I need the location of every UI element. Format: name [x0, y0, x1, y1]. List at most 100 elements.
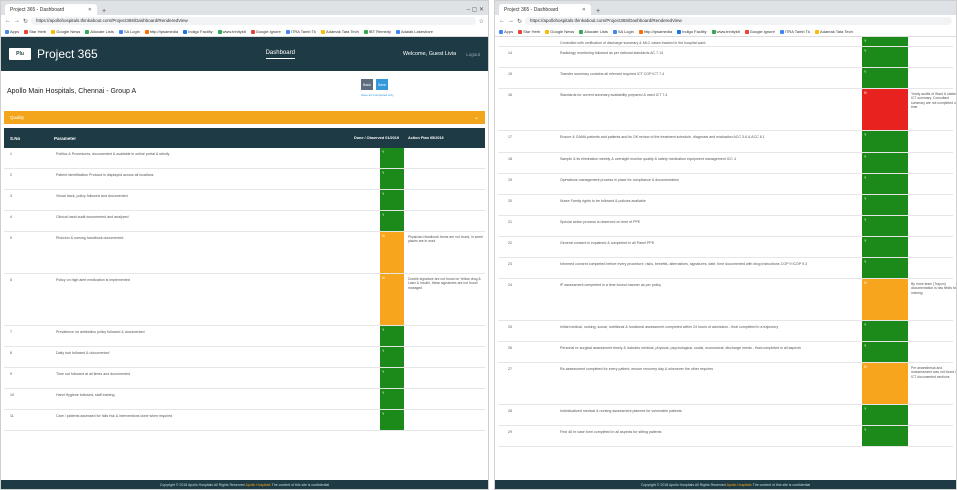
footer-link[interactable]: Apollo Hospitals [727, 483, 752, 487]
status-cell[interactable]: Y [380, 326, 404, 346]
screenshot-pair: Project 365 - Dashboard ✕ + – ▢ ✕ ← → ↻ … [0, 0, 957, 490]
url-bar[interactable]: https://apollohospitals.thinkabout.com/P… [31, 17, 476, 25]
reload-icon[interactable]: ↻ [23, 18, 28, 25]
table-row: 26 Personal re-surgical assessment timely… [498, 342, 953, 363]
status-cell[interactable]: Y [380, 211, 404, 231]
url-bar[interactable]: https://apollohospitals.thinkabout.com/P… [525, 17, 952, 25]
status-cell[interactable]: N [862, 363, 908, 404]
status-cell[interactable]: Y [862, 47, 908, 67]
chevron-down-icon[interactable]: ⌄ [474, 114, 479, 121]
back-arrow-icon[interactable]: ← [499, 18, 505, 24]
forward-arrow-icon[interactable]: → [508, 18, 514, 24]
bookmark-item[interactable]: Apps [499, 29, 513, 34]
row-parameter: Patient identification Protocol is displ… [56, 173, 154, 177]
bookmark-favicon-icon [118, 29, 123, 34]
status-cell[interactable]: Y [862, 216, 908, 236]
status-cell[interactable]: Y [862, 37, 908, 46]
bookmark-item[interactable]: IBT Remedy [363, 29, 391, 34]
bookmark-item[interactable]: www.trinitykit [711, 29, 740, 34]
bookmark-item[interactable]: www.trinitykit [217, 29, 246, 34]
bookmark-item[interactable]: SA Login [118, 29, 140, 34]
window-controls-icon[interactable]: – ▢ ✕ [463, 6, 488, 15]
bookmark-item[interactable]: Star Herb [24, 29, 46, 34]
table-row: 5 Phsicion & nursing handbook documented N… [4, 232, 485, 274]
table-row: 1 Politics & Procedures, documented & ava… [4, 148, 485, 169]
bookmark-favicon-icon [744, 29, 749, 34]
address-row: ← → ↻ https://apollohospitals.thinkabout… [495, 15, 956, 27]
row-action-plan: Physician Handbook forms are not found, … [408, 235, 484, 244]
status-cell[interactable]: Y [862, 342, 908, 362]
bookmark-favicon-icon [677, 29, 682, 34]
status-cell[interactable]: N [862, 279, 908, 320]
row-parameter: Operations management process in place f… [560, 178, 679, 182]
status-cell[interactable]: N [380, 274, 404, 325]
status-cell[interactable]: N [862, 89, 908, 130]
bookmark-item[interactable]: Adamak Tata Tech [321, 29, 359, 34]
close-icon[interactable]: ✕ [582, 7, 586, 13]
status-cell[interactable]: Y [862, 237, 908, 257]
bookmark-item[interactable]: Allocate Lists [85, 29, 114, 34]
bookmark-favicon-icon [5, 29, 9, 34]
footer-copyright: Copyright © 2018 Apollo Hospitals All Ri… [159, 482, 245, 487]
back-arrow-icon[interactable]: ← [5, 18, 11, 24]
nav-dashboard[interactable]: Dashboard [265, 50, 295, 59]
bookmark-item[interactable]: Google ignore [250, 29, 281, 34]
save-note: Save as Completed only [361, 93, 394, 97]
status-cell[interactable]: Y [862, 258, 908, 278]
status-cell[interactable]: Y [380, 410, 404, 430]
status-cell[interactable]: Y [380, 368, 404, 388]
back-button[interactable]: Back [361, 79, 373, 90]
bookmark-item[interactable]: SA Login [612, 29, 634, 34]
status-cell[interactable]: Y [862, 321, 908, 341]
status-cell[interactable]: Y [380, 148, 404, 168]
status-cell[interactable]: Y [380, 389, 404, 409]
close-icon[interactable]: ✕ [88, 7, 92, 13]
bookmark-item[interactable]: ITRA Tamb Tk [779, 29, 810, 34]
status-cell[interactable]: Y [862, 68, 908, 88]
bookmark-favicon-icon [545, 29, 550, 34]
status-cell[interactable]: Y [862, 426, 908, 446]
bookmark-item[interactable]: Apps [5, 29, 19, 34]
logout-link[interactable]: Logout [466, 52, 480, 57]
browser-tab[interactable]: Project 365 - Dashboard ✕ [499, 4, 591, 15]
section-header-quality[interactable]: Quality ⌄ [4, 111, 485, 124]
bookmark-item[interactable]: http://ipsamedia [144, 29, 178, 34]
status-cell[interactable]: Y [862, 405, 908, 425]
status-cell[interactable]: Y [380, 169, 404, 189]
bookmark-item[interactable]: http://ipsamedia [638, 29, 672, 34]
new-tab-icon[interactable]: + [593, 8, 603, 15]
reload-icon[interactable]: ↻ [517, 18, 522, 25]
row-sno: 16 [508, 93, 512, 97]
left-browser-window: Project 365 - Dashboard ✕ + – ▢ ✕ ← → ↻ … [0, 0, 489, 490]
status-cell[interactable]: Y [380, 190, 404, 210]
forward-arrow-icon[interactable]: → [14, 18, 20, 24]
new-tab-icon[interactable]: + [99, 8, 109, 15]
bookmark-label: Indigo Facility [188, 29, 213, 34]
bookmark-favicon-icon [638, 29, 643, 34]
bookmark-item[interactable]: Indigo Facility [677, 29, 707, 34]
bookmark-favicon-icon [217, 29, 222, 34]
save-button[interactable]: Save [376, 79, 388, 90]
status-cell[interactable]: N [380, 232, 404, 273]
bookmark-item[interactable]: Adalak Lakeshore [395, 29, 433, 34]
star-icon[interactable]: ☆ [479, 18, 484, 25]
bookmark-label: IBT Remedy [368, 29, 391, 34]
bookmark-item[interactable]: Star Herb [518, 29, 540, 34]
status-cell[interactable]: Y [862, 131, 908, 152]
bookmark-item[interactable]: ITRA Tamb Tk [285, 29, 316, 34]
status-cell[interactable]: Y [862, 195, 908, 215]
footer-link[interactable]: Apollo Hospitals [246, 483, 271, 487]
bookmark-favicon-icon [779, 29, 784, 34]
status-cell[interactable]: Y [380, 347, 404, 367]
bookmark-item[interactable]: Indigo Facility [183, 29, 213, 34]
table-row: 19 Operations management process in place… [498, 174, 953, 195]
bookmark-item[interactable]: Google ignore [744, 29, 775, 34]
status-cell[interactable]: Y [862, 174, 908, 194]
bookmark-item[interactable]: Google News [51, 29, 80, 34]
status-cell[interactable]: Y [862, 153, 908, 173]
bookmark-item[interactable]: Adamak Tata Tech [815, 29, 853, 34]
bookmark-item[interactable]: Allocate Lists [579, 29, 608, 34]
browser-tab[interactable]: Project 365 - Dashboard ✕ [5, 4, 97, 15]
row-action-plan: By more team (Trayon) documentation is h… [911, 282, 957, 295]
bookmark-item[interactable]: Google News [545, 29, 574, 34]
